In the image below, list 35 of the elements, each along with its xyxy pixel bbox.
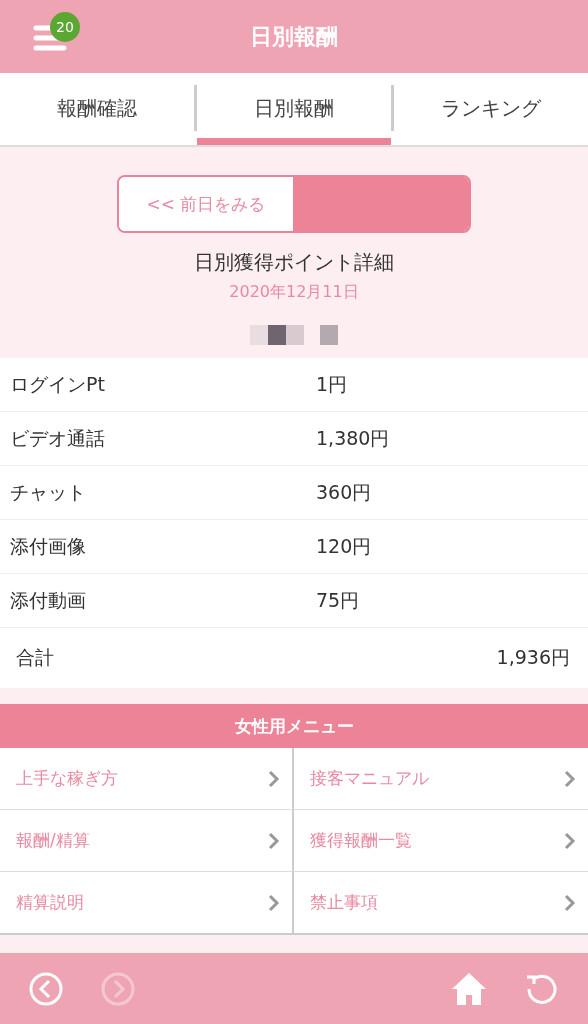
home-button[interactable] xyxy=(450,970,488,1007)
home-icon xyxy=(450,970,488,1007)
page-title: 日別報酬 xyxy=(250,22,338,51)
back-button[interactable] xyxy=(28,970,64,1007)
chevron-right-icon xyxy=(268,893,280,912)
row-label: ログインPt xyxy=(9,371,106,397)
chevron-right-icon xyxy=(564,831,576,850)
chevron-right-icon xyxy=(564,769,576,788)
total-value: 1,936円 xyxy=(496,645,570,670)
total-label: 合計 xyxy=(16,645,54,670)
previous-day-button[interactable]: << 前日をみる xyxy=(119,177,293,231)
row-value: 1円 xyxy=(315,371,348,397)
menu-item[interactable]: 報酬/精算 xyxy=(0,810,294,872)
row-value: 120円 xyxy=(315,533,372,559)
menu-item[interactable]: 禁止事項 xyxy=(294,872,588,933)
row-label: 添付動画 xyxy=(9,587,87,613)
notification-badge: 20 xyxy=(50,12,80,42)
menu-item[interactable]: 精算説明 xyxy=(0,872,294,933)
row-value: 75円 xyxy=(315,587,360,613)
detail-title: 日別獲得ポイント詳細 xyxy=(194,249,394,276)
back-icon xyxy=(28,970,64,1007)
detail-date: 2020年12月11日 xyxy=(229,282,359,303)
chevron-right-icon xyxy=(564,893,576,912)
chevron-right-icon xyxy=(268,769,280,788)
row-label: ビデオ通話 xyxy=(9,425,106,451)
forward-icon xyxy=(100,970,136,1007)
menu-title: 女性用メニュー xyxy=(234,714,354,738)
row-value: 360円 xyxy=(315,479,372,505)
row-value: 1,380円 xyxy=(315,425,390,451)
menu-item[interactable]: 獲得報酬一覧 xyxy=(294,810,588,872)
menu-item[interactable]: 接客マニュアル xyxy=(294,748,588,810)
menu-item[interactable]: 上手な稼ぎ方 xyxy=(0,748,294,810)
chevron-right-icon xyxy=(268,831,280,850)
row-label: 添付画像 xyxy=(9,533,87,559)
row-label: チャット xyxy=(9,479,87,505)
